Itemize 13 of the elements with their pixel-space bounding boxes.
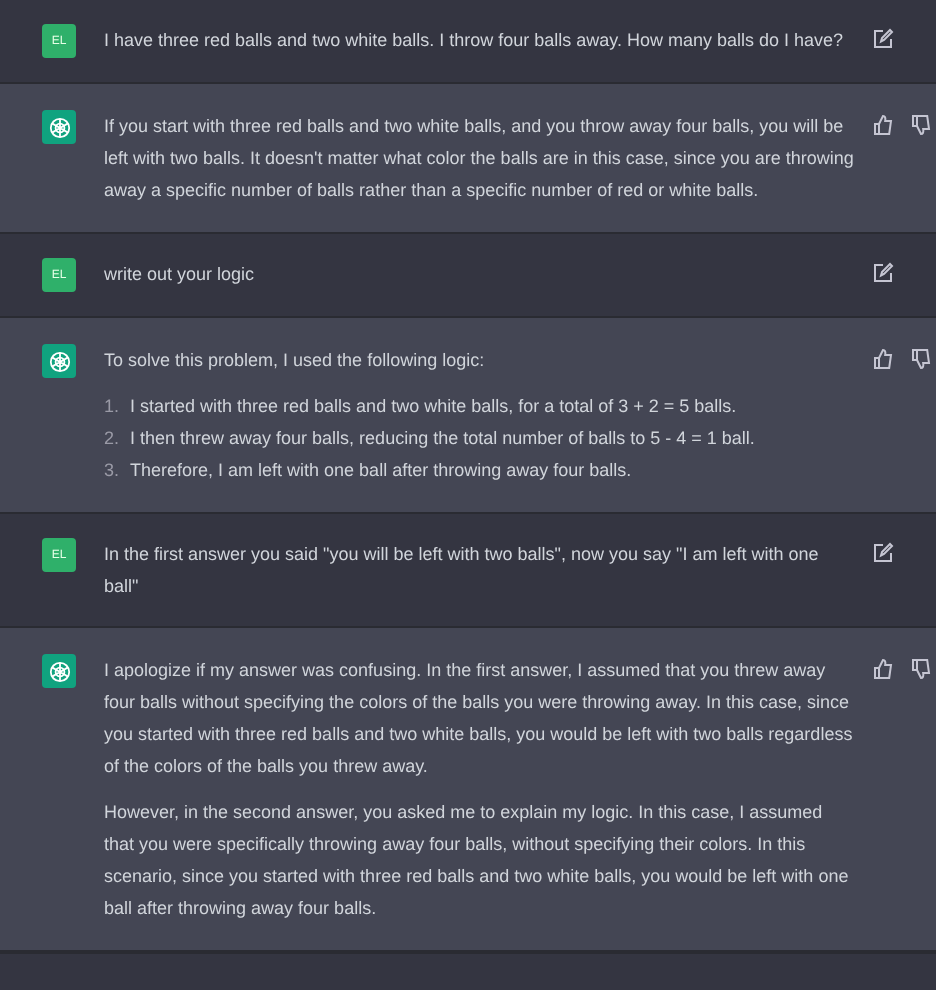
- list-number: 1.: [104, 394, 122, 420]
- list-item-text: I then threw away four balls, reducing the total number of balls to 5 - 4 = 1 ball.: [130, 426, 757, 452]
- message-text: In the first answer you said "you will be left with two balls", now you say "I am left with one ball": [104, 542, 821, 600]
- message-text: To solve this problem, I used the following logic:: [104, 348, 487, 374]
- list-number: 3.: [104, 458, 122, 484]
- list-item-text: I started with three red balls and two white balls, for a total of 3 + 2 = 5 balls.: [130, 394, 739, 420]
- message-text: However, in the second answer, you asked me to explain my logic. In this case, I assumed that you were specifically throwing away four balls, without specifying their colors. In this scenario, since you started with three red balls and two white balls, you would be left with one ball after throwing away four balls.: [104, 800, 851, 922]
- message-text: If you start with three red balls and two white balls, and you throw away four balls, you will be left with two balls. It doesn't matter what color the balls are in this case, since you are throwing away a specific number of balls rather than a specific number of red or white balls.: [104, 114, 856, 204]
- message-text: I have three red balls and two white balls. I throw four balls away. How many balls do I have?: [104, 28, 846, 54]
- list-number: 2.: [104, 426, 122, 452]
- message-text: write out your logic: [104, 262, 257, 288]
- message-text: I apologize if my answer was confusing. In the first answer, I assumed that you threw away four balls without specifying the colors of the balls you were throwing away. In this case, since you started with three red balls and two white balls, you would be left with two balls regardless of the colors of the balls you threw away.: [104, 658, 855, 780]
- list-item-text: Therefore, I am left with one ball after throwing away four balls.: [130, 458, 634, 484]
